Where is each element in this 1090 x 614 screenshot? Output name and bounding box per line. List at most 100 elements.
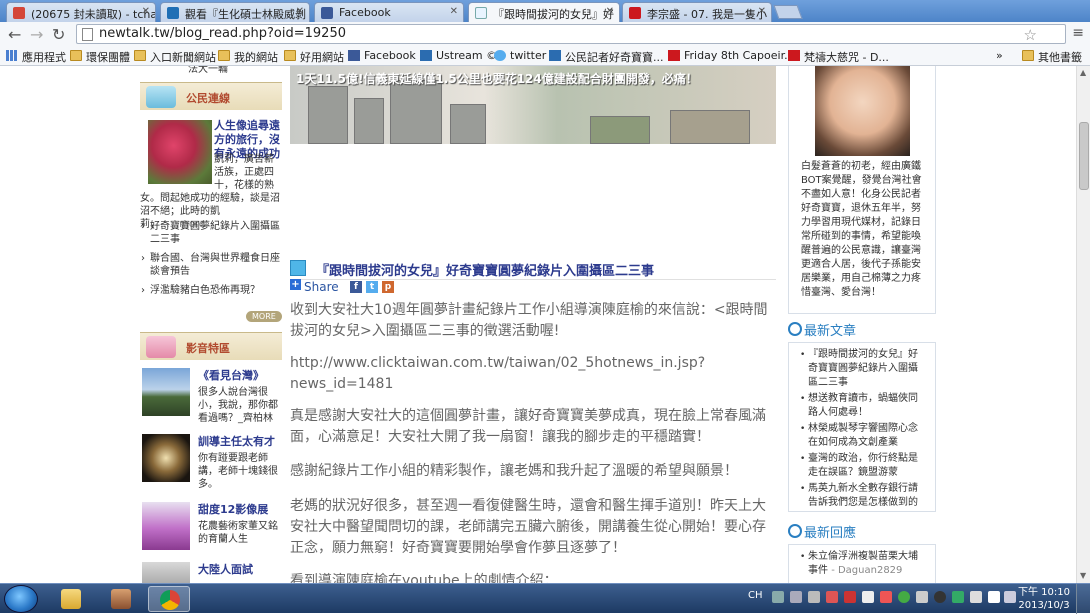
flag-icon[interactable]	[988, 591, 1000, 603]
language-indicator[interactable]: CH	[748, 590, 763, 601]
bookmark-twitter[interactable]: twitter	[494, 49, 546, 62]
folder-icon	[61, 589, 81, 609]
tab-label: Facebook	[339, 6, 391, 19]
video-text: 很多人說台灣很小，我說，那你都看過嗎？_齊柏林	[198, 387, 278, 424]
folder-icon	[218, 50, 230, 61]
close-icon[interactable]: ✕	[758, 6, 766, 17]
tab-video[interactable]: 觀看『生化碩士林殿威剝 ✕	[160, 2, 310, 22]
ustream-icon	[420, 50, 432, 61]
plurk-share-icon[interactable]: p	[382, 281, 394, 293]
scroll-up-icon[interactable]: ▲	[1080, 68, 1086, 77]
video-section-header: 影音特區	[140, 332, 282, 360]
reply-list-item[interactable]: 朱立倫浮洲複製苗栗大埔事件 - Daguan2829	[800, 550, 924, 578]
close-icon[interactable]: ✕	[450, 6, 458, 17]
banner-image[interactable]: 1天11.5億!信義東延線僅1.5公里也要花124億建設配合財團開發，必痛！	[290, 66, 776, 144]
scroll-down-icon[interactable]: ▼	[1080, 571, 1086, 580]
folder-icon	[284, 50, 296, 61]
address-url: newtalk.tw/blog_read.php?oid=19250	[99, 26, 346, 41]
bookmark-folder[interactable]: 好用網站	[284, 49, 344, 65]
new-tab-button[interactable]	[773, 5, 803, 19]
bookmark-ustream[interactable]: 公民記者好奇寶寶...	[549, 49, 664, 65]
video-thumbnail[interactable]	[142, 368, 190, 416]
menu-icon[interactable]: ≡	[1072, 25, 1084, 41]
vertical-scrollbar[interactable]: ▲ ▼	[1076, 66, 1090, 583]
twitter-share-icon[interactable]: t	[366, 281, 378, 293]
video-thumbnail[interactable]	[142, 434, 190, 482]
bookmark-folder[interactable]: 入口新聞網站	[134, 49, 216, 65]
bookmark-folder[interactable]: 環保團體	[70, 49, 130, 65]
tray-icon[interactable]	[880, 591, 892, 603]
tray-icon[interactable]	[934, 591, 946, 603]
tray-icon[interactable]	[772, 591, 784, 603]
tray-icon[interactable]	[808, 591, 820, 603]
browser-toolbar: ← → ↻ newtalk.tw/blog_read.php?oid=19250…	[0, 22, 1090, 46]
scrollbar-thumb[interactable]	[1079, 122, 1089, 190]
chrome-icon	[160, 590, 180, 610]
bookmark-youtube[interactable]: 梵禱大慈咒 - D...	[788, 49, 889, 65]
video-title[interactable]: 訓導主任太有才	[198, 435, 282, 449]
video-icon	[167, 7, 179, 19]
building-shape	[354, 98, 384, 144]
facebook-share-icon[interactable]: f	[350, 281, 362, 293]
video-title[interactable]: 《看見台灣》	[198, 369, 282, 383]
network-icon[interactable]	[970, 591, 982, 603]
bookmark-youtube[interactable]: Friday 8th Capoeir...	[668, 49, 795, 62]
more-button[interactable]: MORE	[246, 311, 282, 322]
show-desktop-button[interactable]	[1076, 584, 1090, 614]
video-thumbnail[interactable]	[142, 562, 190, 583]
close-icon[interactable]: ✕	[142, 6, 150, 17]
article-list-item[interactable]: 想送教育讀市，蝸蝠俠同路人何處尋！	[800, 392, 924, 420]
taskbar-explorer[interactable]	[50, 586, 92, 612]
bookmark-label: 應用程式	[22, 51, 66, 64]
close-icon[interactable]: ✕	[296, 6, 304, 17]
bookmark-ustream[interactable]: Ustream ©	[420, 49, 497, 62]
video-thumbnail[interactable]	[142, 502, 190, 550]
bookmark-facebook[interactable]: Facebook	[348, 49, 416, 62]
close-icon[interactable]: ✕	[606, 6, 614, 17]
bookmarks-overflow-chevron[interactable]: »	[996, 49, 1003, 62]
article-list-item[interactable]: 『跟時間拔河的女兒』好奇寶寶圓夢紀錄片入圍攝區二三事	[800, 348, 924, 390]
feature-thumbnail[interactable]	[148, 120, 212, 184]
citizen-list-item[interactable]: 浮濫驗豬白色恐佈再現？	[140, 284, 282, 297]
tab-facebook[interactable]: Facebook ✕	[314, 2, 464, 22]
profile-photo[interactable]	[815, 66, 910, 156]
reload-icon[interactable]: ↻	[52, 25, 65, 44]
share-button[interactable]: Share	[290, 279, 339, 294]
taskbar-chrome[interactable]	[148, 586, 190, 612]
bookmark-folder[interactable]: 我的網站	[218, 49, 278, 65]
tray-icon[interactable]	[844, 591, 856, 603]
tray-icon[interactable]	[898, 591, 910, 603]
youtube-icon	[668, 50, 680, 61]
back-arrow-icon[interactable]: ←	[8, 25, 21, 44]
bookmark-apps[interactable]: 應用程式	[6, 49, 66, 65]
tab-newtalk[interactable]: 『跟時間拔河的女兒』好 ✕	[468, 2, 620, 22]
system-clock[interactable]: 下午 10:10 2013/10/3	[1018, 586, 1070, 612]
address-bar[interactable]: newtalk.tw/blog_read.php?oid=19250 ☆	[76, 24, 1066, 44]
tab-youtube[interactable]: 李宗盛 - 07. 我是一隻小 ✕	[622, 2, 772, 22]
tab-gmail[interactable]: (20675 封未讀取) - tchan ✕	[6, 2, 156, 22]
youtube-icon	[788, 50, 800, 61]
bookmark-other-folder[interactable]: 其他書籤	[1022, 49, 1082, 65]
forward-arrow-icon[interactable]: →	[30, 25, 43, 44]
bookmark-star-icon[interactable]: ☆	[1024, 26, 1037, 44]
windows-taskbar: CH 下午 10:10 2013/10/3	[0, 583, 1090, 614]
tray-icon[interactable]	[862, 591, 874, 603]
tab-label: 『跟時間拔河的女兒』好	[493, 8, 614, 21]
tray-icon[interactable]	[952, 591, 964, 603]
article-list-item[interactable]: 臺灣的政治，你行終點是走在誤區？鏡盟游蒙	[800, 452, 924, 480]
volume-icon[interactable]	[1004, 591, 1016, 603]
citizen-list-item[interactable]: 聯合國、台灣與世界糧食日座談會預告	[140, 252, 282, 278]
article-link[interactable]: http://www.clicktaiwan.com.tw/taiwan/02_…	[290, 353, 776, 395]
bookmark-label: 入口新聞網站	[150, 51, 216, 64]
article-list-item[interactable]: 馬英九新水全數存銀行請告訴我們您是怎樣做到的	[800, 482, 924, 510]
citizen-list-item[interactable]: 好奇寶寶圓夢紀錄片入圍攝區二三事	[140, 220, 282, 246]
video-title[interactable]: 大陸人面試	[198, 563, 282, 577]
tray-icon[interactable]	[916, 591, 928, 603]
taskbar-app[interactable]	[100, 586, 142, 612]
tray-icon[interactable]	[826, 591, 838, 603]
tray-icon[interactable]	[790, 591, 802, 603]
profile-box: 白髮蒼蒼的初老，經由廣鐵BOT案覺醒，發覺台灣社會不盡如人意！化身公民記者好奇寶…	[788, 66, 936, 314]
video-title[interactable]: 甜度12影像展	[198, 503, 282, 517]
start-button[interactable]	[4, 585, 38, 613]
article-list-item[interactable]: 林榮威製琴字響國際心念在如何成為文創產業	[800, 422, 924, 450]
